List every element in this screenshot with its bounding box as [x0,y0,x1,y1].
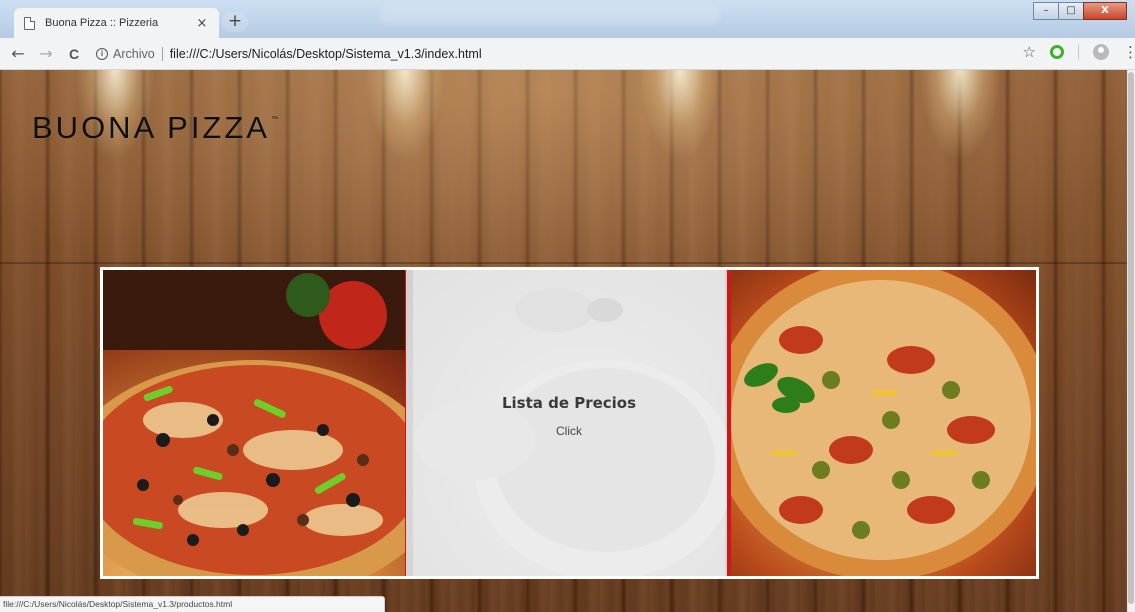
url-text[interactable]: file:///C:/Users/Nicolás/Desktop/Sistema… [170,47,482,61]
browser-toolbar: ← → C i Archivo file:///C:/Users/Nicolás… [0,38,1135,70]
window-controls: – □ X [1033,2,1127,22]
new-tab-button[interactable]: + [222,12,248,32]
tab-title: Buona Pizza :: Pizzeria [45,17,159,29]
close-window-button[interactable]: X [1083,2,1127,20]
maximize-button[interactable]: □ [1058,2,1084,20]
info-icon[interactable]: i [96,48,108,60]
bookmark-star-icon[interactable]: ☆ [1023,43,1036,61]
pizza-image-right[interactable] [731,270,1036,576]
divider [1078,44,1079,60]
minimize-button[interactable]: – [1033,2,1059,20]
browser-tab[interactable]: Buona Pizza :: Pizzeria × [14,8,219,38]
close-tab-icon[interactable]: × [195,16,209,31]
menu-kebab-icon[interactable]: ⋮ [1123,43,1135,61]
brand-logo: BUONA PIZZA™ [32,110,278,146]
back-button[interactable]: ← [4,44,32,63]
pizza-illustration [731,270,1036,576]
price-list-overlay[interactable]: Lista de Precios Click [413,270,725,576]
address-bar[interactable]: i Archivo file:///C:/Users/Nicolás/Deskt… [96,43,1036,65]
toolbar-actions: ☆ ⋮ [1023,43,1135,61]
price-list-card[interactable]: Lista de Precios Click [405,270,731,576]
price-list-title[interactable]: Lista de Precios [502,394,636,412]
extension-icon[interactable] [1050,45,1064,59]
trademark-mark: ™ [270,116,278,123]
pizza-image-left[interactable] [103,270,405,576]
vertical-scrollbar[interactable] [1127,70,1135,612]
reload-button[interactable]: C [60,46,88,62]
page-viewport: BUONA PIZZA™ Lista de Precios Click [0,70,1135,612]
pizza-illustration [103,270,405,576]
status-bar-link-preview: file:///C:/Users/Nicolás/Desktop/Sistema… [0,596,385,612]
wood-divider [0,262,1135,264]
pizza-gallery: Lista de Precios Click [100,267,1039,579]
page-icon [24,16,35,30]
divider [161,47,163,61]
scrollbar-thumb[interactable] [1128,72,1134,604]
price-list-click-label[interactable]: Click [556,424,582,438]
forward-button[interactable]: → [32,44,60,63]
title-bar: Buona Pizza :: Pizzeria × + – □ X [0,0,1135,38]
brand-name: BUONA PIZZA [32,110,270,145]
scheme-label: Archivo [113,47,155,61]
profile-avatar-icon[interactable] [1093,44,1109,60]
